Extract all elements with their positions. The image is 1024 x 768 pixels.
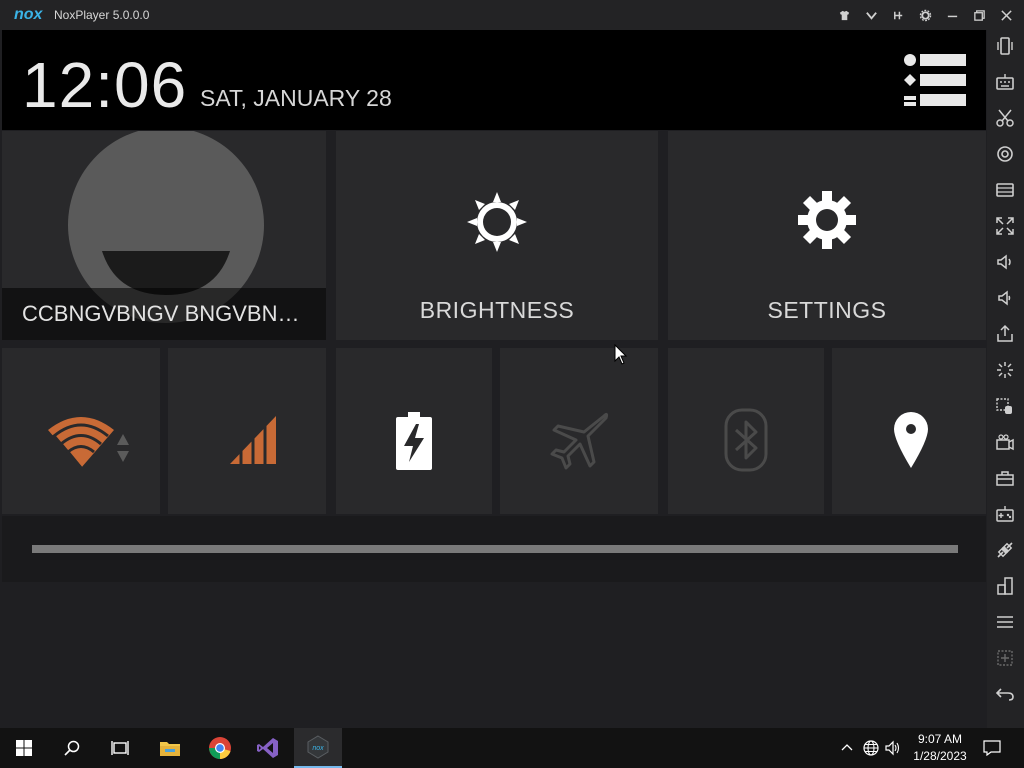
wifi-icon xyxy=(48,417,114,469)
visual-studio-icon[interactable] xyxy=(244,728,292,768)
windows-start-icon[interactable] xyxy=(0,728,48,768)
add-icon[interactable] xyxy=(993,646,1017,670)
wifi-tile[interactable] xyxy=(2,348,160,514)
windows-taskbar: nox 9:07 AM 1/28/2023 xyxy=(0,728,1024,768)
skin-icon[interactable] xyxy=(831,0,858,30)
data-activity-icon xyxy=(117,434,129,462)
bluetooth-icon xyxy=(724,408,768,472)
airplane-tile[interactable] xyxy=(500,348,658,514)
signal-icon xyxy=(230,414,276,466)
notification-header: 12:06 SAT, JANUARY 28 xyxy=(2,30,986,130)
chevron-down-icon[interactable] xyxy=(858,0,885,30)
user-tile[interactable]: CCBNGVBNGV BNGVBN… xyxy=(2,131,326,340)
brightness-slider-track[interactable] xyxy=(2,516,986,582)
settings-gear-icon xyxy=(798,191,856,249)
scissors-icon[interactable] xyxy=(993,106,1017,130)
battery-charging-icon xyxy=(396,412,432,470)
side-toolbar xyxy=(987,30,1024,728)
restore-icon[interactable] xyxy=(966,0,993,30)
noxplayer-taskbar-icon[interactable]: nox xyxy=(294,728,342,768)
taskbar-time: 9:07 AM xyxy=(917,732,963,746)
signal-tile[interactable] xyxy=(168,348,326,514)
multi-window-icon[interactable] xyxy=(993,574,1017,598)
mouse-cursor-icon xyxy=(614,344,628,365)
apk-install-icon[interactable] xyxy=(993,322,1017,346)
task-view-icon[interactable] xyxy=(96,728,144,768)
loading-icon[interactable] xyxy=(993,358,1017,382)
airplane-mode-icon xyxy=(550,412,609,470)
close-icon[interactable] xyxy=(993,0,1020,30)
volume-down-icon[interactable] xyxy=(993,286,1017,310)
settings-tile[interactable]: SETTINGS xyxy=(668,131,986,340)
list-menu-icon[interactable] xyxy=(902,52,970,108)
bluetooth-tile[interactable] xyxy=(668,348,824,514)
notifications-icon[interactable] xyxy=(982,738,1002,758)
menu-icon[interactable] xyxy=(993,610,1017,634)
title-bar: nox NoxPlayer 5.0.0.0 xyxy=(0,0,1024,30)
gear-icon[interactable] xyxy=(912,0,939,30)
gamepad-icon[interactable] xyxy=(993,502,1017,526)
date-label: SAT, JANUARY 28 xyxy=(200,85,392,111)
brightness-icon xyxy=(467,192,527,252)
search-icon[interactable] xyxy=(48,728,96,768)
file-explorer-icon[interactable] xyxy=(146,728,194,768)
settings-label: SETTINGS xyxy=(767,297,887,323)
svg-text:nox: nox xyxy=(312,745,324,752)
chevron-up-icon[interactable] xyxy=(838,738,856,758)
clock: 12:06 xyxy=(22,49,188,121)
brightness-slider-bar[interactable] xyxy=(32,545,958,553)
shake-icon[interactable] xyxy=(993,34,1017,58)
keyboard-icon[interactable] xyxy=(993,70,1017,94)
brightness-tile[interactable]: BRIGHTNESS xyxy=(336,131,658,340)
location-icon xyxy=(894,412,928,468)
battery-tile[interactable] xyxy=(336,348,492,514)
video-record-icon[interactable] xyxy=(993,430,1017,454)
fullscreen-icon[interactable] xyxy=(993,214,1017,238)
minimize-icon[interactable] xyxy=(939,0,966,30)
user-name: CCBNGVBNGV BNGVBN… xyxy=(2,288,326,340)
android-screen: 12:06 SAT, JANUARY 28 CCBNGVBNGV BNGVBN… xyxy=(0,30,987,728)
taskbar-clock[interactable]: 9:07 AM 1/28/2023 xyxy=(905,731,975,765)
location-icon[interactable] xyxy=(993,142,1017,166)
multi-instance-icon[interactable] xyxy=(993,394,1017,418)
location-tile[interactable] xyxy=(832,348,986,514)
connect-icon[interactable] xyxy=(993,538,1017,562)
screenshot-icon[interactable] xyxy=(993,178,1017,202)
back-icon[interactable] xyxy=(993,682,1017,706)
window-title: NoxPlayer 5.0.0.0 xyxy=(54,8,150,22)
pin-icon[interactable] xyxy=(885,0,912,30)
speaker-icon[interactable] xyxy=(884,738,902,758)
chrome-icon[interactable] xyxy=(196,728,244,768)
nox-logo: nox xyxy=(14,6,43,23)
network-globe-icon[interactable] xyxy=(862,738,880,758)
brightness-label: BRIGHTNESS xyxy=(419,297,575,323)
taskbar-date: 1/28/2023 xyxy=(913,749,967,763)
toolbox-icon[interactable] xyxy=(993,466,1017,490)
volume-up-icon[interactable] xyxy=(993,250,1017,274)
